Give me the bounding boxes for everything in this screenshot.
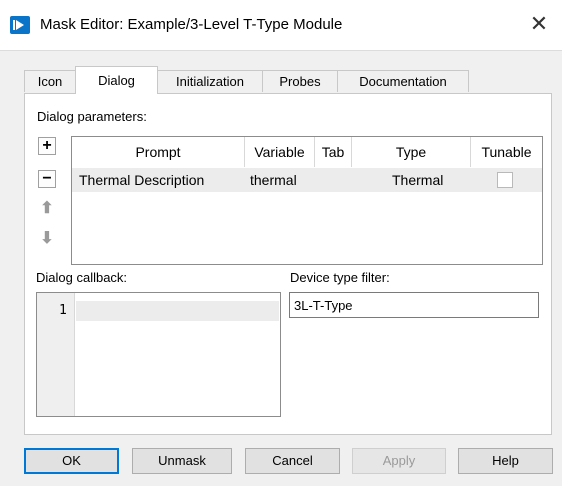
parameters-table: Prompt Variable Tab Type Tunable Thermal… xyxy=(71,136,543,265)
tab-initialization[interactable]: Initialization xyxy=(157,70,263,92)
dialog-callback-editor[interactable]: 1 xyxy=(36,292,281,417)
window-title: Mask Editor: Example/3-Level T-Type Modu… xyxy=(40,16,343,33)
line-number-gutter: 1 xyxy=(37,293,75,416)
simulink-icon xyxy=(10,16,30,34)
cancel-button[interactable]: Cancel xyxy=(245,448,340,474)
dialog-parameters-label: Dialog parameters: xyxy=(37,109,147,124)
close-icon[interactable]: ✕ xyxy=(526,11,552,37)
title-bar: Mask Editor: Example/3-Level T-Type Modu… xyxy=(0,0,562,51)
move-up-button[interactable]: ⬆ xyxy=(38,201,56,219)
tab-probes[interactable]: Probes xyxy=(262,70,338,92)
column-header-variable[interactable]: Variable xyxy=(245,137,315,167)
unmask-button[interactable]: Unmask xyxy=(132,448,232,474)
line-number: 1 xyxy=(59,303,67,318)
tab-dialog[interactable]: Dialog xyxy=(75,66,158,94)
column-header-type[interactable]: Type xyxy=(352,137,471,167)
tunable-checkbox[interactable] xyxy=(497,172,513,188)
dialog-callback-label: Dialog callback: xyxy=(36,270,128,285)
device-type-filter-input[interactable] xyxy=(289,292,539,318)
remove-parameter-button[interactable]: − xyxy=(38,170,56,188)
apply-button[interactable]: Apply xyxy=(352,448,446,474)
help-button[interactable]: Help xyxy=(458,448,553,474)
cell-variable[interactable]: thermal xyxy=(250,168,297,192)
device-type-filter-label: Device type filter: xyxy=(290,270,390,285)
tab-documentation[interactable]: Documentation xyxy=(337,70,469,92)
column-header-tab[interactable]: Tab xyxy=(315,137,352,167)
column-header-prompt[interactable]: Prompt xyxy=(72,137,245,167)
table-header: Prompt Variable Tab Type Tunable xyxy=(72,137,542,167)
current-line[interactable] xyxy=(76,301,279,321)
cell-prompt[interactable]: Thermal Description xyxy=(79,168,204,192)
tab-icon[interactable]: Icon xyxy=(24,70,76,92)
table-row[interactable]: Thermal Description thermal Thermal xyxy=(72,168,542,192)
cell-type[interactable]: Thermal xyxy=(392,168,443,192)
move-down-button[interactable]: ⬇ xyxy=(38,231,56,249)
ok-button[interactable]: OK xyxy=(24,448,119,474)
add-parameter-button[interactable]: + xyxy=(38,137,56,155)
column-header-tunable[interactable]: Tunable xyxy=(471,137,542,167)
